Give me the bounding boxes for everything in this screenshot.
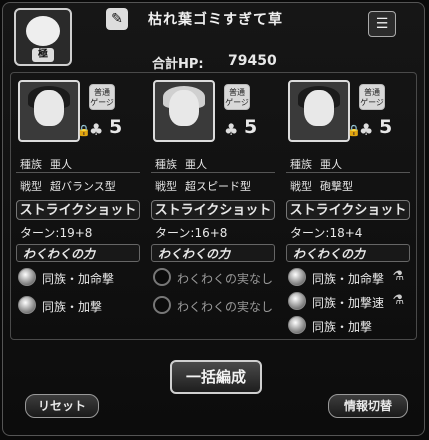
info-toggle-button[interactable]: 情報切替: [328, 394, 408, 418]
strike-turn: ターン:19+8: [20, 226, 93, 240]
waku-item: わくわくの実なし: [153, 268, 277, 288]
type-row: 戦型 超スピード型: [155, 178, 251, 194]
waku-item: 同族・加撃: [288, 316, 412, 336]
waku-label: わくわくの実なし: [177, 272, 274, 286]
unit-portrait[interactable]: [153, 80, 215, 142]
waku-label: 同族・加撃: [312, 320, 373, 334]
unit-portrait[interactable]: 🔒: [18, 80, 91, 142]
gauge-badge: 普通 ゲージ: [89, 84, 115, 110]
total-hp-value: 79450: [228, 53, 277, 69]
avatar-rank-badge: 極: [32, 48, 54, 62]
waku-fruit-icon: [18, 268, 36, 286]
type-value: 超スピード型: [185, 180, 251, 193]
type-label: 戦型: [290, 180, 312, 193]
gauge-badge: 普通 ゲージ: [224, 84, 250, 110]
type-label: 戦型: [20, 180, 42, 193]
strike-shot-title: ストライクショット: [16, 200, 140, 220]
waku-label: 同族・加撃: [42, 300, 103, 314]
luck-value: 5: [109, 116, 123, 138]
unit-portrait[interactable]: 🔒: [288, 80, 361, 142]
strike-shot-title: ストライクショット: [286, 200, 410, 220]
waku-fruit-icon: [288, 268, 306, 286]
waku-label: わくわくの実なし: [177, 300, 274, 314]
divider: [286, 172, 410, 173]
empty-fruit-icon: [153, 268, 171, 286]
race-value: 亜人: [185, 158, 207, 171]
leader-avatar[interactable]: 極: [14, 8, 72, 66]
reset-button[interactable]: リセット: [25, 394, 99, 418]
race-value: 亜人: [320, 158, 342, 171]
waku-title: わくわくの力: [151, 244, 275, 262]
deck-name: 枯れ葉ゴミすぎて草: [148, 12, 283, 28]
type-row: 戦型 超バランス型: [20, 178, 116, 194]
face-shape: [169, 90, 199, 126]
clover-icon: ♣: [89, 120, 104, 139]
waku-fruit-icon: [288, 292, 306, 310]
unit-column-2: 普通 ゲージ ♣ 5 種族 亜人 戦型 超スピード型 ストライクショット ターン:1…: [149, 76, 279, 338]
waku-fruit-icon: [18, 296, 36, 314]
clover-icon: ♣: [359, 120, 374, 139]
waku-fruit-icon: [288, 316, 306, 334]
pencil-icon[interactable]: ✎: [106, 8, 128, 30]
waku-label: 同族・加撃速: [312, 296, 385, 310]
waku-item: 同族・加命撃: [18, 268, 142, 288]
waku-item: 同族・加撃速 ⚗: [288, 292, 412, 312]
list-icon[interactable]: ☰: [368, 11, 396, 37]
avatar-face-icon: [26, 16, 60, 46]
clover-icon: ♣: [224, 120, 239, 139]
empty-fruit-icon: [153, 296, 171, 314]
strike-shot-title: ストライクショット: [151, 200, 275, 220]
luck-value: 5: [379, 116, 393, 138]
race-row: 種族 亜人: [290, 156, 342, 172]
waku-title: わくわくの力: [16, 244, 140, 262]
waku-title: わくわくの力: [286, 244, 410, 262]
gauge-badge: 普通 ゲージ: [359, 84, 385, 110]
flask-icon: ⚗: [392, 293, 404, 308]
race-label: 種族: [20, 158, 42, 171]
unit-column-3: 🔒 普通 ゲージ ♣ 5 種族 亜人 戦型 砲撃型 ストライクショット ターン:18…: [284, 76, 414, 338]
type-value: 超バランス型: [50, 180, 116, 193]
race-value: 亜人: [50, 158, 72, 171]
race-label: 種族: [155, 158, 177, 171]
race-row: 種族 亜人: [155, 156, 207, 172]
luck-value: 5: [244, 116, 258, 138]
bulk-edit-button[interactable]: 一括編成: [170, 360, 262, 394]
flask-icon: ⚗: [392, 269, 404, 284]
total-hp-label: 合計HP:: [152, 57, 204, 72]
type-value: 砲撃型: [320, 180, 353, 193]
waku-item: わくわくの実なし: [153, 296, 277, 316]
race-label: 種族: [290, 158, 312, 171]
strike-turn: ターン:16+8: [155, 226, 228, 240]
waku-label: 同族・加命撃: [42, 272, 115, 286]
divider: [151, 172, 275, 173]
unit-column-1: 🔒 普通 ゲージ ♣ 5 種族 亜人 戦型 超バランス型 ストライクショット ターン…: [14, 76, 144, 338]
waku-item: 同族・加命撃 ⚗: [288, 268, 412, 288]
waku-item: 同族・加撃: [18, 296, 142, 316]
divider: [16, 172, 140, 173]
type-label: 戦型: [155, 180, 177, 193]
face-shape: [304, 90, 334, 126]
face-shape: [34, 90, 64, 126]
type-row: 戦型 砲撃型: [290, 178, 353, 194]
waku-label: 同族・加命撃: [312, 272, 385, 286]
race-row: 種族 亜人: [20, 156, 72, 172]
strike-turn: ターン:18+4: [290, 226, 363, 240]
